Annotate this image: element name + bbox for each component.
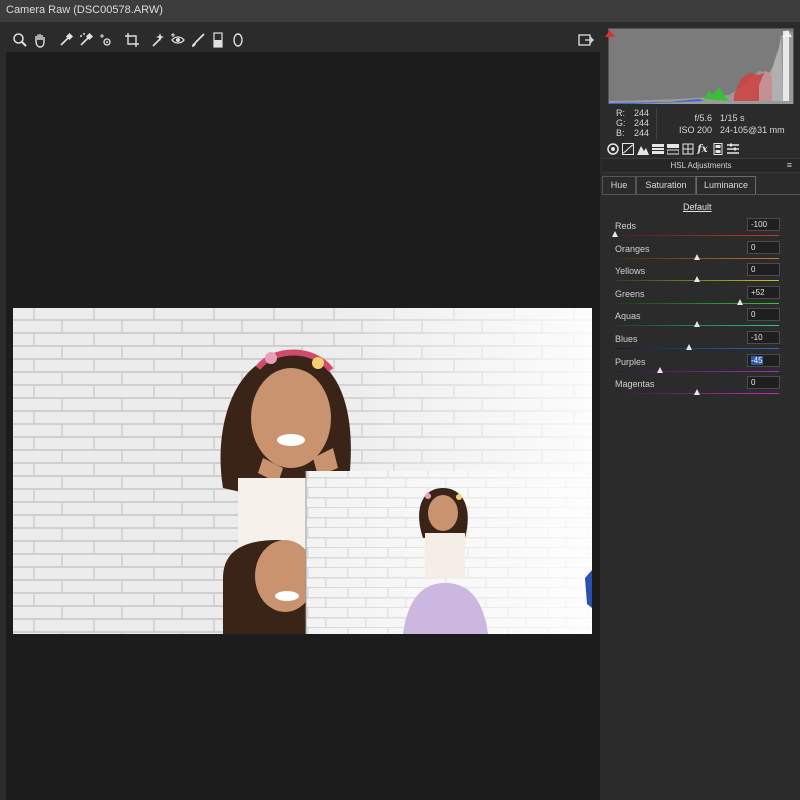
slider-label: Greens <box>615 288 645 299</box>
red-eye-tool-icon[interactable] <box>170 32 186 48</box>
slider-label: Oranges <box>615 243 650 254</box>
slider-thumb[interactable] <box>657 366 664 373</box>
lens-corrections-panel-icon[interactable] <box>681 143 694 156</box>
histogram <box>608 28 794 106</box>
iso: ISO 200 <box>678 125 712 135</box>
adjustment-brush-tool-icon[interactable] <box>190 32 206 48</box>
slider-value-field[interactable]: 0 <box>747 308 780 322</box>
slider-thumb[interactable] <box>694 253 700 260</box>
slider-thumb[interactable] <box>685 344 692 350</box>
slider-value-field[interactable]: 0 <box>747 240 780 254</box>
white-balance-tool-icon[interactable] <box>58 32 74 48</box>
slider-label: Magentas <box>615 379 655 390</box>
panel-tabs: fx <box>602 143 800 158</box>
slider-value-field[interactable]: -100 <box>747 218 780 231</box>
basic-panel-icon[interactable] <box>606 143 619 156</box>
info-divider <box>656 108 657 140</box>
slider-value-field[interactable]: +52 <box>747 285 780 299</box>
slider-thumb[interactable] <box>736 298 743 305</box>
default-link[interactable]: Default <box>683 202 712 212</box>
aperture: f/5.6 <box>694 113 712 123</box>
tab-saturation[interactable]: Saturation <box>636 176 696 194</box>
slider-label: Blues <box>615 334 638 344</box>
title-bar: Camera Raw (DSC00578.ARW) <box>0 0 800 23</box>
hsl-panel-icon[interactable] <box>651 143 664 156</box>
panel-header: HSL Adjustments ≡ <box>602 158 800 173</box>
slider-thumb[interactable] <box>694 389 700 396</box>
presets-panel-icon[interactable] <box>726 143 739 156</box>
rgb-readout: R: 244 G: 244 B: 244 <box>616 108 650 138</box>
tone-curve-panel-icon[interactable] <box>621 143 634 156</box>
effects-panel-icon[interactable]: fx <box>696 143 709 156</box>
hand-tool-icon[interactable] <box>32 32 48 48</box>
toolbar <box>6 28 600 52</box>
color-sampler-tool-icon[interactable] <box>78 32 94 48</box>
slider-thumb[interactable] <box>694 321 700 328</box>
slider-label: Aquas <box>615 311 641 322</box>
lens: 24-105@31 mm <box>720 125 785 135</box>
slider-track[interactable] <box>615 348 779 349</box>
split-toning-panel-icon[interactable] <box>666 143 679 156</box>
slider-magentas[interactable]: Magentas 0 <box>615 376 780 401</box>
preview-image <box>13 308 592 634</box>
hsl-subtabs: Hue Saturation Luminance <box>602 176 800 195</box>
slider-track[interactable] <box>615 235 779 236</box>
slider-value-field[interactable]: -45 <box>747 353 780 367</box>
slider-thumb[interactable] <box>612 231 618 237</box>
slider-thumb[interactable] <box>694 276 700 283</box>
shadow-clipping-indicator[interactable] <box>605 30 615 37</box>
detail-panel-icon[interactable] <box>636 143 649 156</box>
panel-title: HSL Adjustments <box>670 161 732 170</box>
slider-label: Reds <box>615 221 637 231</box>
camera-info: f/5.6 1/15 s ISO 200 24-105@31 mm <box>672 112 792 136</box>
image-info: R: 244 G: 244 B: 244 f/5.6 1/15 s ISO 200 24-… <box>602 104 800 144</box>
camera-calibration-panel-icon[interactable] <box>711 143 724 156</box>
tab-luminance[interactable]: Luminance <box>696 176 756 194</box>
export-icon[interactable] <box>578 32 594 48</box>
slider-track[interactable] <box>615 302 779 304</box>
slider-value-field[interactable]: -10 <box>747 331 780 344</box>
panel-menu-icon[interactable]: ≡ <box>787 159 792 172</box>
targeted-adjustment-tool-icon[interactable] <box>98 32 114 48</box>
shutter: 1/15 s <box>720 113 745 123</box>
window-title: Camera Raw (DSC00578.ARW) <box>6 4 163 16</box>
tab-hue[interactable]: Hue <box>602 176 636 194</box>
crop-tool-icon[interactable] <box>124 32 140 48</box>
spot-removal-tool-icon[interactable] <box>150 32 166 48</box>
slider-label: Purples <box>615 356 646 367</box>
radial-filter-tool-icon[interactable] <box>230 32 246 48</box>
highlight-clipping-indicator[interactable] <box>782 30 792 37</box>
slider-track[interactable] <box>615 370 779 372</box>
slider-label: Yellows <box>615 266 646 277</box>
slider-value-field[interactable]: 0 <box>747 263 780 277</box>
slider-value-field[interactable]: 0 <box>747 376 780 390</box>
graduated-filter-tool-icon[interactable] <box>210 32 226 48</box>
zoom-tool-icon[interactable] <box>12 32 28 48</box>
